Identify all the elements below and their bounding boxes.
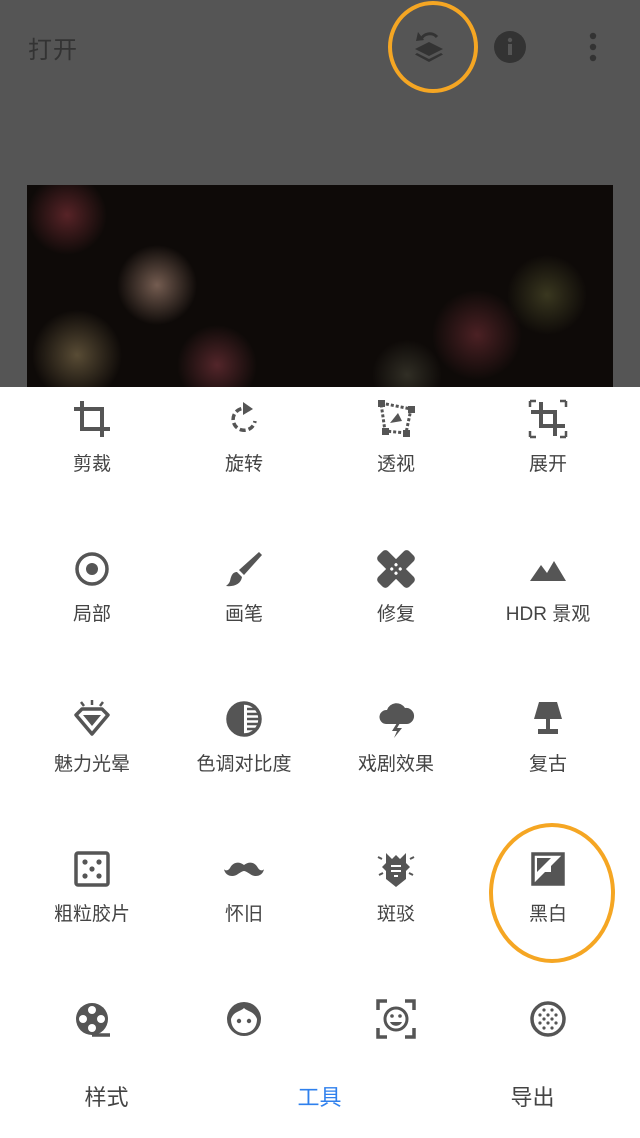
hdr-mountain-icon <box>530 561 566 581</box>
tool-label: 局部 <box>72 604 111 625</box>
face-frame-icon <box>376 999 416 1039</box>
tool-label: 戏剧效果 <box>357 754 434 775</box>
tool-label: 粗粒胶片 <box>53 904 130 925</box>
tool-glamour-glow[interactable]: 魅力光晕 <box>12 699 172 776</box>
grunge-icon <box>377 853 415 887</box>
tool-crop[interactable]: 剪裁 <box>12 399 172 476</box>
tool-label: 斑驳 <box>376 904 415 925</box>
tool-grainy-film[interactable]: 粗粒胶片 <box>12 849 172 926</box>
tool-label: 画笔 <box>224 604 263 625</box>
black-white-icon <box>531 852 565 886</box>
tool-face[interactable] <box>164 999 324 1049</box>
info-icon[interactable] <box>487 24 533 70</box>
tool-label: 剪裁 <box>72 454 111 475</box>
tool-label: 黑白 <box>528 904 567 925</box>
tool-selective[interactable]: 局部 <box>12 549 172 626</box>
tool-label: 旋转 <box>224 454 263 475</box>
photo-preview <box>27 185 613 387</box>
healing-icon <box>377 550 415 588</box>
tool-black-white[interactable]: 黑白 <box>468 849 628 926</box>
tool-tonal-contrast[interactable]: 色调对比度 <box>164 699 324 776</box>
tab-export[interactable]: 导出 <box>426 1080 639 1112</box>
film-reel-icon <box>76 1003 110 1037</box>
selective-icon <box>75 552 109 586</box>
tool-label: 透视 <box>376 454 415 475</box>
tool-label: 修复 <box>376 604 415 625</box>
crop-icon <box>74 401 110 437</box>
vintage-lamp-icon <box>534 702 562 734</box>
face-icon <box>227 1002 261 1036</box>
tonal-contrast-icon <box>226 701 262 737</box>
tool-expand[interactable]: 展开 <box>468 399 628 476</box>
perspective-icon <box>378 400 415 437</box>
tool-retrolux[interactable]: 怀旧 <box>164 849 324 926</box>
tool-brush[interactable]: 画笔 <box>164 549 324 626</box>
drama-icon <box>379 703 415 738</box>
tool-healing[interactable]: 修复 <box>316 549 476 626</box>
tab-styles[interactable]: 样式 <box>0 1080 213 1112</box>
tool-double-exposure[interactable] <box>468 999 628 1049</box>
tool-label: HDR 景观 <box>505 604 591 625</box>
grainy-film-icon <box>74 851 110 887</box>
tool-hdr[interactable]: HDR 景观 <box>468 549 628 626</box>
double-exposure-icon <box>530 1001 566 1037</box>
tools-panel: 剪裁 旋转 透视 展开 局部 画笔 修复 HDR 景观 魅力光晕 色调对比度 戏… <box>0 387 640 1138</box>
tool-drama[interactable]: 戏剧效果 <box>316 699 476 776</box>
tool-face-frame[interactable] <box>316 999 476 1049</box>
tool-perspective[interactable]: 透视 <box>316 399 476 476</box>
expand-icon <box>528 399 568 439</box>
tool-label: 怀旧 <box>224 904 263 925</box>
tool-label: 魅力光晕 <box>53 754 130 775</box>
tool-vintage[interactable]: 复古 <box>468 699 628 776</box>
brush-icon <box>226 552 262 587</box>
tool-rotate[interactable]: 旋转 <box>164 399 324 476</box>
tool-label: 色调对比度 <box>196 754 292 775</box>
tool-film-reel[interactable] <box>12 999 172 1049</box>
more-vertical-icon[interactable] <box>570 24 616 70</box>
tool-label: 复古 <box>528 754 567 775</box>
open-button[interactable]: 打开 <box>28 30 78 65</box>
retrolux-mustache-icon <box>224 862 264 877</box>
bottom-navigation: 样式 工具 导出 <box>0 1058 640 1138</box>
glamour-glow-icon <box>74 700 110 736</box>
tool-grunge[interactable]: 斑驳 <box>316 849 476 926</box>
layers-undo-icon[interactable] <box>406 24 452 70</box>
tab-tools[interactable]: 工具 <box>213 1080 426 1112</box>
rotate-icon <box>231 402 257 433</box>
tool-label: 展开 <box>528 454 567 475</box>
top-app-bar: 打开 <box>0 0 640 387</box>
